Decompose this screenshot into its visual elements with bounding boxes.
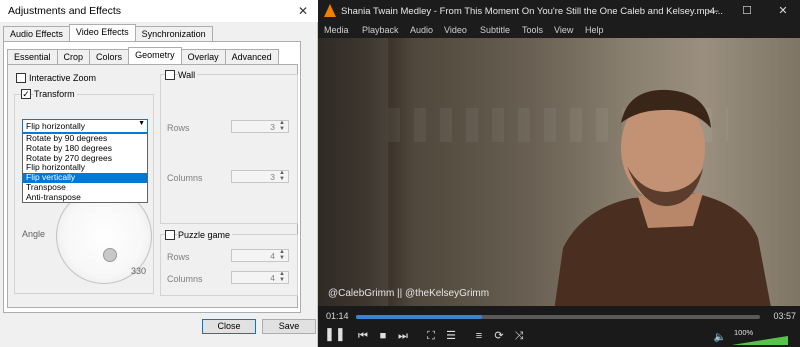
tab-synchronization[interactable]: Synchronization [134,26,213,41]
tab-overlay[interactable]: Overlay [180,49,226,64]
video-watermark: @CalebGrimm || @theKelseyGrimm [328,288,490,299]
stop-icon[interactable]: ■ [374,328,392,344]
wall-rows-spinbox[interactable]: 3 ▲ ▼ [231,120,289,133]
transform-options-list: Rotate by 90 degrees Rotate by 180 degre… [22,133,148,203]
dialog-titlebar: Adjustments and Effects ✕ [0,0,318,22]
wall-rows-label: Rows [167,123,190,133]
wall-columns-value: 3 [270,172,275,182]
menu-video[interactable]: Video [444,25,467,35]
wall-columns-label: Columns [167,173,203,183]
menu-subtitle[interactable]: Subtitle [480,25,510,35]
controls-bar: 01:14 03:57 ❚❚ ⏮ ■ ⏭ ⛶ ☰ ≡ ⟳ ⤨ 🔈 100% [318,306,800,347]
video-player-window: Shania Twain Medley - From This Moment O… [318,0,800,347]
puzzle-label: Puzzle game [178,230,233,240]
menu-help[interactable]: Help [585,25,604,35]
player-titlebar: Shania Twain Medley - From This Moment O… [318,0,800,22]
dialog-close-icon[interactable]: ✕ [294,2,312,20]
spin-arrows-icon: ▲ ▼ [279,271,285,283]
previous-icon[interactable]: ⏮ [354,328,372,344]
puzzle-columns-spinbox[interactable]: 4 ▲ ▼ [231,271,289,284]
tab-colors[interactable]: Colors [89,49,130,64]
minimize-icon[interactable]: — [704,3,722,19]
mute-icon[interactable]: 🔈 [712,330,728,346]
menu-playback[interactable]: Playback [362,25,399,35]
seek-bar-progress [356,315,483,319]
interactive-zoom-label: Interactive Zoom [29,73,97,83]
wall-checkbox[interactable] [165,70,175,80]
wall-group [160,74,298,224]
puzzle-columns-value: 4 [270,273,275,283]
spin-arrows-icon: ▲ ▼ [279,120,285,132]
puzzle-checkbox[interactable] [165,230,175,240]
next-icon[interactable]: ⏭ [394,328,412,344]
spin-arrows-icon: ▲ ▼ [279,249,285,261]
tab-audio-effects[interactable]: Audio Effects [3,26,70,41]
dialog-title: Adjustments and Effects [8,5,122,17]
tab-essential[interactable]: Essential [7,49,58,64]
angle-dial-handle[interactable] [103,248,117,262]
main-tabs: Audio Effects Video Effects Synchronizat… [3,24,213,41]
tab-geometry[interactable]: Geometry [128,47,182,64]
pause-icon[interactable]: ❚❚ [324,326,346,342]
puzzle-rows-label: Rows [167,252,190,262]
wall-label: Wall [178,70,198,80]
angle-label: Angle [22,229,46,239]
elapsed-time: 01:14 [326,311,349,321]
transform-checkbox[interactable]: ✓ [21,89,31,99]
puzzle-columns-label: Columns [167,274,203,284]
loop-icon[interactable]: ⟳ [490,328,508,344]
extended-settings-icon[interactable]: ☰ [442,328,460,344]
transform-select[interactable]: Flip horizontally ▼ [22,119,148,133]
total-time: 03:57 [773,311,796,321]
transform-label: Transform [34,89,77,99]
menu-bar: Media Playback Audio Video Subtitle Tool… [318,22,800,38]
wall-rows-value: 3 [270,122,275,132]
playlist-icon[interactable]: ≡ [470,328,488,344]
tab-video-effects[interactable]: Video Effects [68,24,136,41]
angle-value: 330 [131,266,147,276]
chevron-down-icon: ▼ [138,120,145,127]
maximize-icon[interactable]: ☐ [738,3,756,19]
tab-crop[interactable]: Crop [56,49,91,64]
volume-slider[interactable] [732,336,788,345]
close-button[interactable]: Close [202,319,256,334]
menu-audio[interactable]: Audio [410,25,433,35]
shuffle-icon[interactable]: ⤨ [510,328,528,344]
seek-bar[interactable] [356,315,760,319]
video-area[interactable]: @CalebGrimm || @theKelseyGrimm [318,38,800,306]
menu-media[interactable]: Media [324,25,349,35]
person-figure [554,89,771,306]
option-anti-transpose[interactable]: Anti-transpose [23,192,147,203]
close-icon[interactable]: ✕ [774,3,792,19]
vlc-cone-icon [324,4,336,17]
save-button[interactable]: Save [262,319,316,334]
volume-level [732,336,788,345]
puzzle-rows-value: 4 [270,251,275,261]
menu-tools[interactable]: Tools [522,25,543,35]
video-background [318,38,388,306]
transform-select-value: Flip horizontally [26,121,86,131]
player-title: Shania Twain Medley - From This Moment O… [341,6,724,17]
fullscreen-icon[interactable]: ⛶ [422,328,440,344]
spin-arrows-icon: ▲ ▼ [279,170,285,182]
adjustments-dialog: Adjustments and Effects ✕ Audio Effects … [0,0,318,347]
menu-view[interactable]: View [554,25,573,35]
wall-columns-spinbox[interactable]: 3 ▲ ▼ [231,170,289,183]
interactive-zoom-checkbox[interactable] [16,73,26,83]
tab-advanced[interactable]: Advanced [224,49,279,64]
puzzle-group [160,234,298,296]
sub-tabs: Essential Crop Colors Geometry Overlay A… [7,47,279,64]
puzzle-rows-spinbox[interactable]: 4 ▲ ▼ [231,249,289,262]
